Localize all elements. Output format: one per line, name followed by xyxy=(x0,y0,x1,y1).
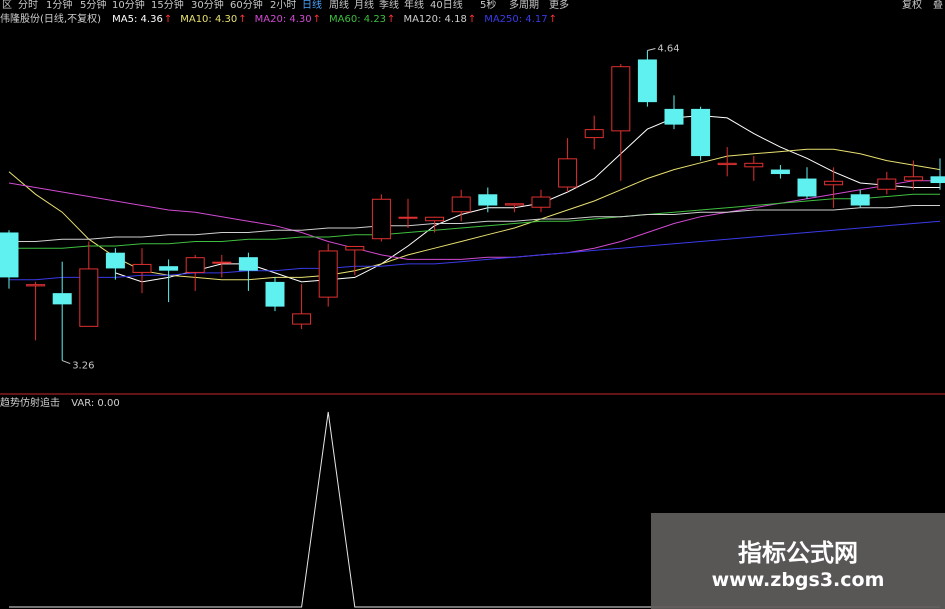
candle-body-13 xyxy=(345,245,365,251)
candle-body-27 xyxy=(717,162,737,166)
candle-body-10 xyxy=(265,281,285,307)
candle-body-31 xyxy=(824,180,844,186)
candle-body-11 xyxy=(292,313,312,325)
candle-body-28 xyxy=(744,162,764,168)
candle-body-12 xyxy=(318,250,338,298)
indicator-legend: 趋势仿射追击 VAR: 0.00 xyxy=(0,397,128,410)
candle-body-30 xyxy=(797,178,817,197)
candle-body-26 xyxy=(691,108,711,157)
candle-body-22 xyxy=(584,129,604,139)
candle-body-1 xyxy=(26,284,46,287)
max-price-label: 4.64 xyxy=(657,43,679,54)
max-label-leader xyxy=(647,47,656,51)
watermark: 指标公式网 www.zbgs3.com xyxy=(651,513,945,609)
min-price-label: 3.26 xyxy=(72,361,94,372)
candle-body-4 xyxy=(105,252,125,269)
candle-body-3 xyxy=(79,268,99,327)
ma-line-ma60 xyxy=(9,193,940,249)
candle-body-29 xyxy=(770,169,790,175)
min-label-leader xyxy=(62,360,71,365)
candle-body-0 xyxy=(0,232,19,278)
candle-body-23 xyxy=(611,66,631,132)
candle-body-6 xyxy=(159,266,179,271)
candle-body-35 xyxy=(930,176,945,184)
candle-body-7 xyxy=(185,257,205,273)
candle-body-21 xyxy=(558,158,578,188)
candle-body-34 xyxy=(903,176,923,181)
watermark-url: www.zbgs3.com xyxy=(711,569,885,591)
candle-body-33 xyxy=(877,178,897,190)
candle-body-14 xyxy=(371,198,391,240)
indicator-var-value: VAR: 0.00 xyxy=(71,398,120,409)
candle-body-16 xyxy=(425,216,445,222)
candle-body-2 xyxy=(52,293,72,305)
ma-line-ma5 xyxy=(115,115,940,283)
candle-body-17 xyxy=(451,196,471,213)
candle-body-32 xyxy=(850,194,870,206)
indicator-title: 趋势仿射追击 xyxy=(0,398,60,409)
candle-body-5 xyxy=(132,263,152,273)
candle-body-9 xyxy=(238,257,258,271)
candle-body-8 xyxy=(212,261,232,264)
candle-body-24 xyxy=(637,59,657,103)
candle-body-19 xyxy=(504,203,524,206)
candle-body-25 xyxy=(664,108,684,125)
candle-body-15 xyxy=(398,216,418,219)
watermark-title: 指标公式网 xyxy=(738,539,858,567)
candle-body-20 xyxy=(531,196,551,208)
candle-body-18 xyxy=(478,194,498,206)
